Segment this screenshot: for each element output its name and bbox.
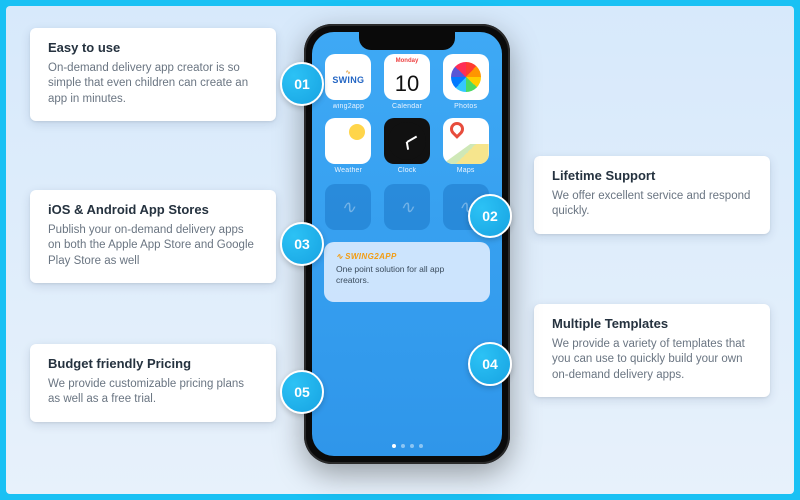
app-label: Clock (398, 167, 417, 174)
clock-icon (384, 118, 430, 164)
widget-brand: ∿SWING2APP (336, 252, 478, 261)
widget-brand-text: SWING2APP (345, 252, 399, 261)
phone-notch (359, 32, 455, 50)
feature-title: Lifetime Support (552, 168, 752, 184)
badge-number: 02 (482, 208, 498, 224)
phone-screen: ∿SWING wing2app Monday 10 Calendar Photo… (312, 32, 502, 456)
feature-desc: We offer excellent service and respond q… (552, 189, 752, 220)
dot-icon (401, 444, 405, 448)
badge-number: 03 (294, 236, 310, 252)
feature-title: Easy to use (48, 40, 258, 56)
placeholder-slot-icon: ∿ (384, 184, 430, 230)
swing2app-icon: ∿SWING (325, 54, 371, 100)
feature-card-templates: Multiple Templates We provide a variety … (534, 304, 770, 397)
feature-card-support: Lifetime Support We offer excellent serv… (534, 156, 770, 234)
app-weather: Weather (324, 118, 373, 174)
feature-card-pricing: Budget friendly Pricing We provide custo… (30, 344, 276, 422)
hero-arena: Easy to use On-demand delivery app creat… (6, 6, 794, 494)
weather-icon (325, 118, 371, 164)
app-label: Weather (334, 167, 362, 174)
dot-icon (410, 444, 414, 448)
swing2app-widget: ∿SWING2APP One point solution for all ap… (324, 242, 490, 302)
widget-tagline: One point solution for all app creators. (336, 264, 478, 286)
calendar-icon: Monday 10 (384, 54, 430, 100)
feature-title: Budget friendly Pricing (48, 356, 258, 372)
photos-icon (443, 54, 489, 100)
app-label: Photos (454, 103, 477, 110)
feature-title: Multiple Templates (552, 316, 752, 332)
feature-title: iOS & Android App Stores (48, 202, 258, 218)
calendar-weekday: Monday (384, 54, 430, 67)
badge-number: 04 (482, 356, 498, 372)
app-clock: Clock (383, 118, 432, 174)
feature-desc: We provide a variety of templates that y… (552, 337, 752, 384)
calendar-day: 10 (384, 67, 430, 100)
feature-badge-2: 02 (468, 194, 512, 238)
app-label: Maps (457, 167, 475, 174)
badge-number: 05 (294, 384, 310, 400)
app-label: Calendar (392, 103, 422, 110)
app-photos: Photos (441, 54, 490, 110)
dot-icon (392, 444, 396, 448)
page-dots (312, 444, 502, 448)
app-maps: Maps (441, 118, 490, 174)
dot-icon (419, 444, 423, 448)
feature-badge-4: 04 (468, 342, 512, 386)
feature-desc: Publish your on-demand delivery apps on … (48, 223, 258, 270)
feature-desc: On-demand delivery app creator is so sim… (48, 61, 258, 108)
phone-mockup: ∿SWING wing2app Monday 10 Calendar Photo… (304, 24, 510, 464)
app-label: wing2app (333, 103, 365, 110)
feature-desc: We provide customizable pricing plans as… (48, 377, 258, 408)
feature-card-stores: iOS & Android App Stores Publish your on… (30, 190, 276, 283)
feature-card-easy: Easy to use On-demand delivery app creat… (30, 28, 276, 121)
badge-number: 01 (294, 76, 310, 92)
app-calendar: Monday 10 Calendar (383, 54, 432, 110)
placeholder-slot-icon: ∿ (325, 184, 371, 230)
app-swing2app: ∿SWING wing2app (324, 54, 373, 110)
maps-icon (443, 118, 489, 164)
feature-badge-1: 01 (280, 62, 324, 106)
app-grid: ∿SWING wing2app Monday 10 Calendar Photo… (312, 32, 502, 174)
feature-badge-5: 05 (280, 370, 324, 414)
feature-badge-3: 03 (280, 222, 324, 266)
